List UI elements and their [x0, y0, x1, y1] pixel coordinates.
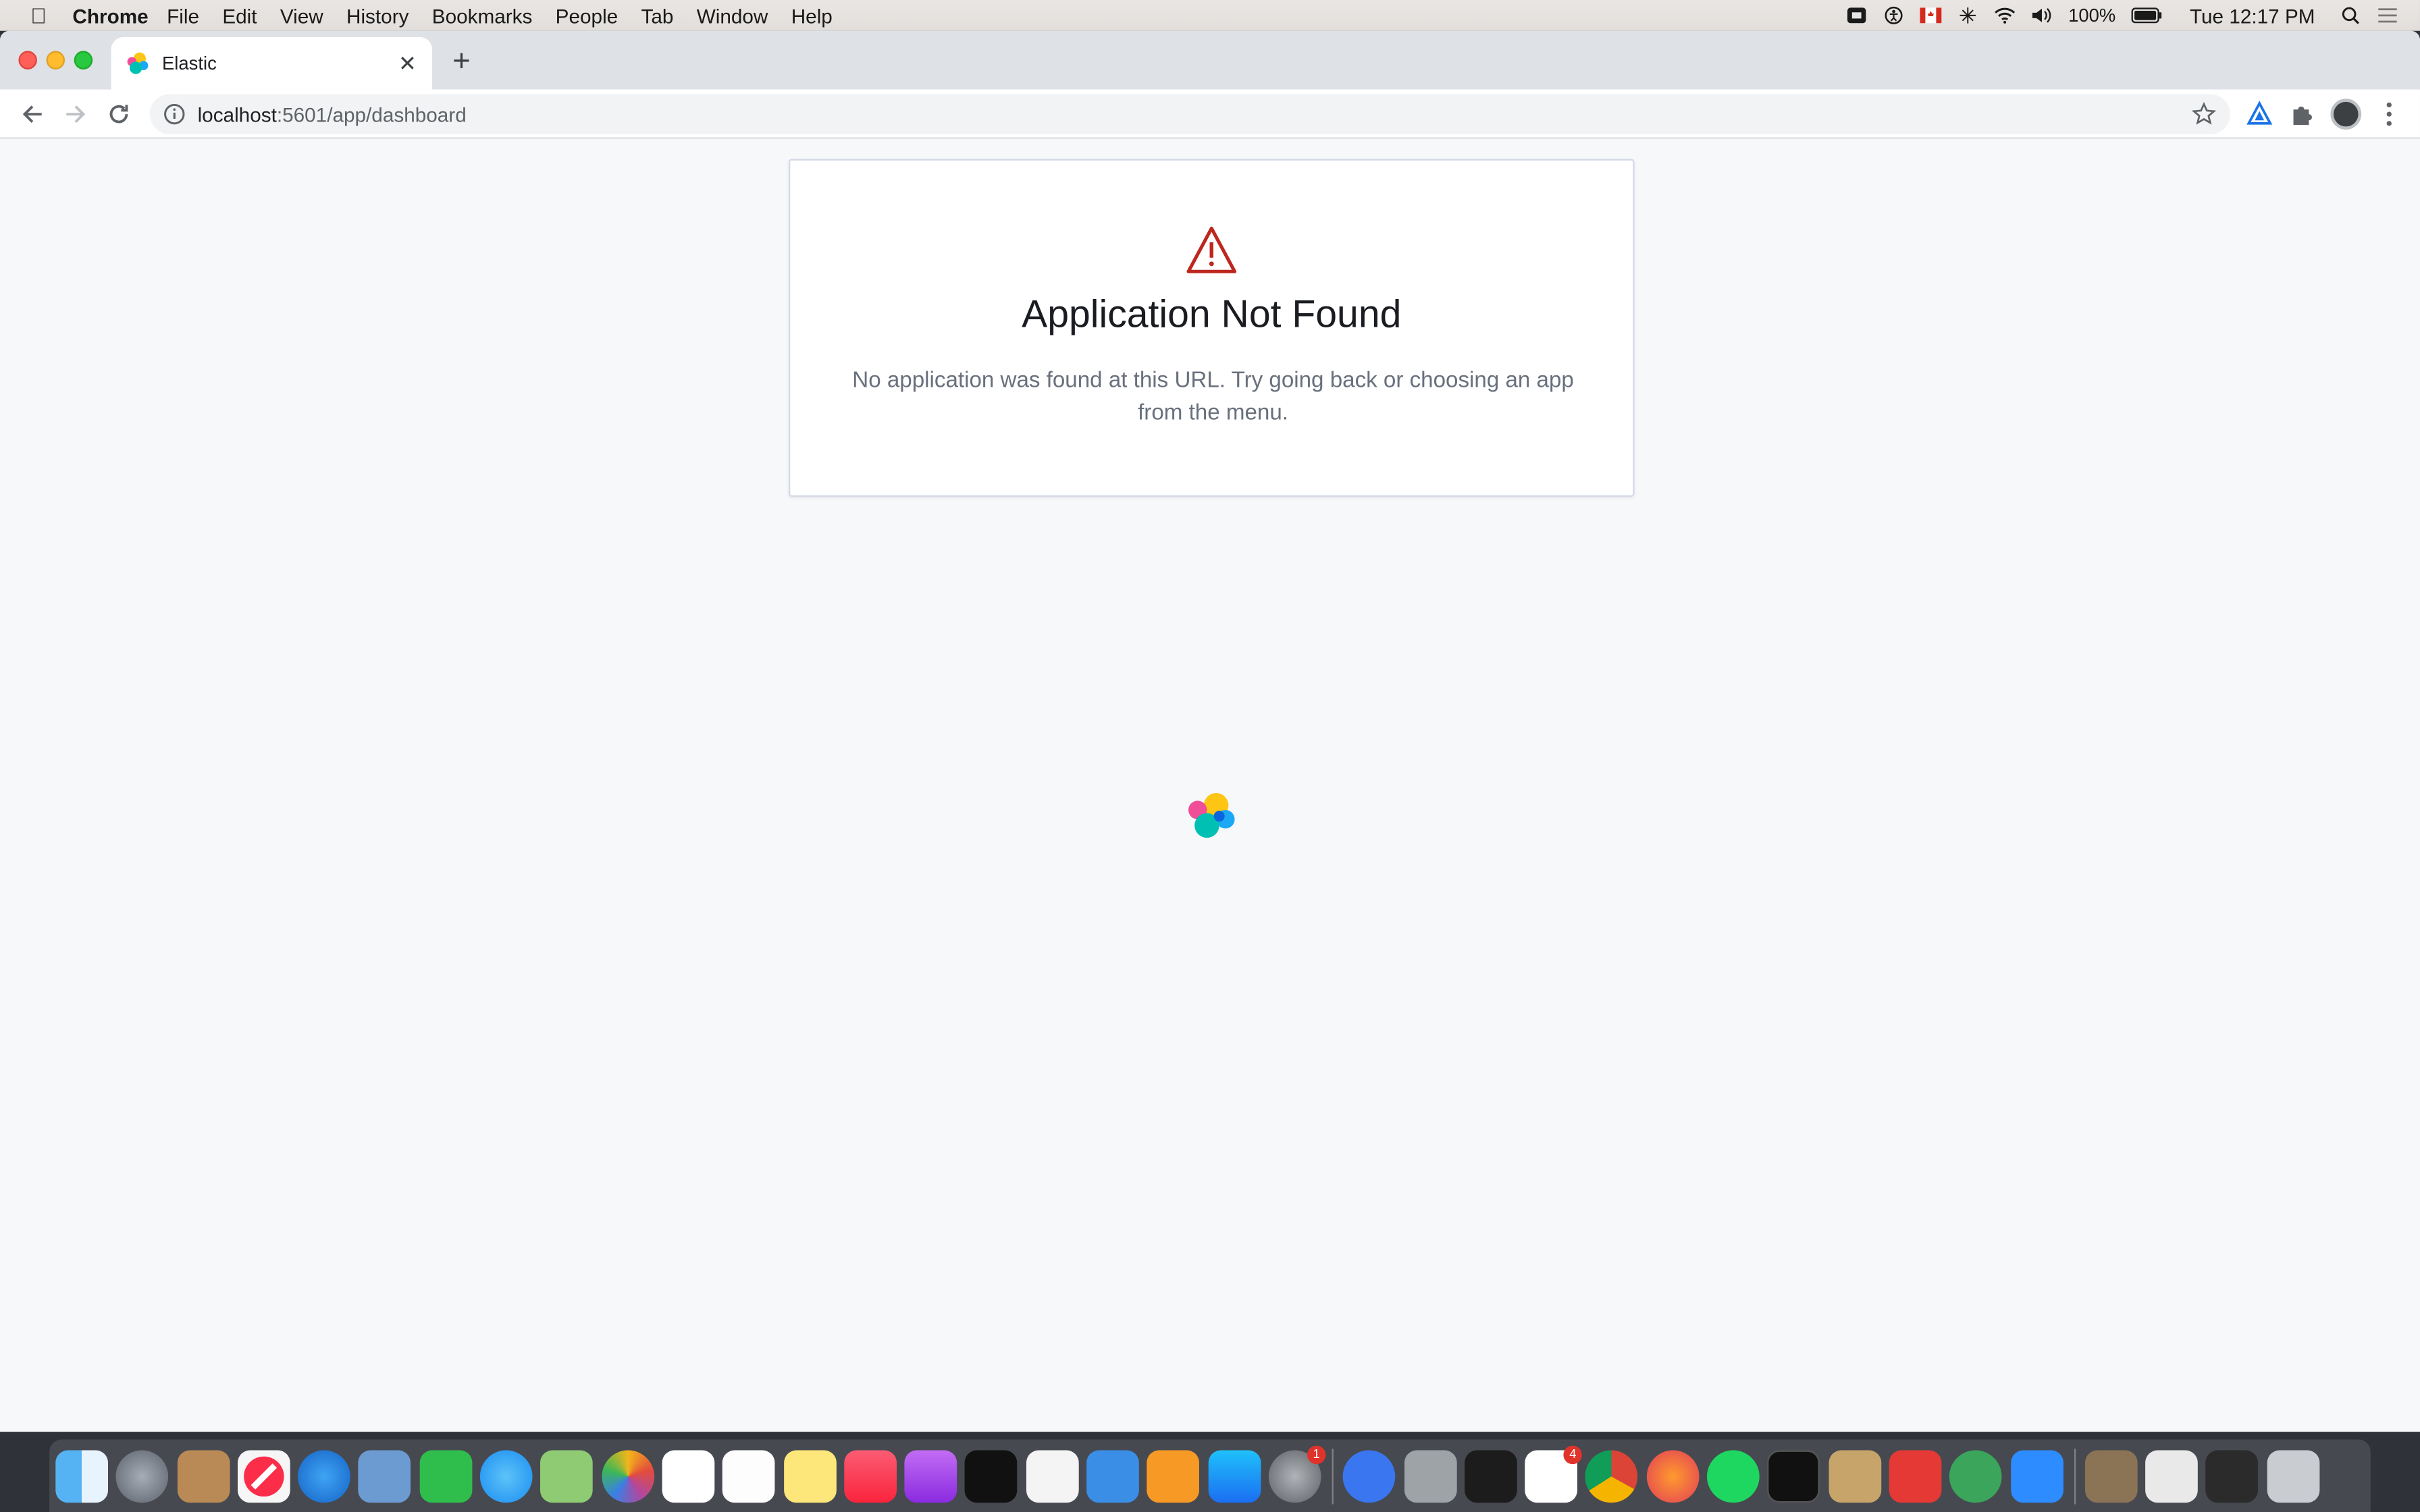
battery-percentage: 100%: [2068, 4, 2116, 26]
bookmark-star-icon[interactable]: [2191, 101, 2217, 127]
activity-monitor-dock-icon[interactable]: [1464, 1449, 1517, 1503]
spotlight-search-icon[interactable]: [2340, 6, 2361, 24]
canada-flag-icon[interactable]: [1920, 6, 1942, 24]
elastic-loading-logo-icon: [1188, 792, 1235, 838]
zoom-window-button[interactable]: [74, 51, 93, 70]
app-store-dock-icon[interactable]: [1207, 1449, 1261, 1503]
facetime-dock-icon[interactable]: [419, 1449, 472, 1503]
menu-window[interactable]: Window: [697, 4, 768, 27]
menu-people[interactable]: People: [556, 4, 619, 27]
url-host: localhost: [197, 102, 277, 126]
url-path: :5601/app/dashboard: [276, 102, 467, 126]
forward-arrow-icon[interactable]: [60, 99, 91, 130]
extension-triangle-icon[interactable]: [2244, 99, 2275, 130]
menu-bookmarks[interactable]: Bookmarks: [432, 4, 533, 27]
zoom-dock-icon[interactable]: [2010, 1449, 2063, 1503]
menu-edit[interactable]: Edit: [222, 4, 257, 27]
apple-menu-icon[interactable]: : [26, 3, 51, 28]
menu-history[interactable]: History: [346, 4, 409, 27]
tab-strip: Elastic ✕ +: [0, 30, 2420, 90]
safari-dock-icon[interactable]: [298, 1449, 351, 1503]
system-preferences-badge: 1: [1307, 1444, 1326, 1463]
browser-toolbar: localhost:5601/app/dashboard: [0, 89, 2420, 139]
back-arrow-icon[interactable]: [17, 99, 48, 130]
close-window-button[interactable]: [18, 51, 37, 70]
control-center-icon[interactable]: [2377, 6, 2398, 24]
pages-dock-icon[interactable]: [1147, 1449, 1200, 1503]
menu-file[interactable]: File: [167, 4, 199, 27]
slack-badge: 4: [1563, 1444, 1583, 1463]
error-card: Application Not Found No application was…: [788, 159, 1635, 497]
podcasts-dock-icon[interactable]: [904, 1449, 957, 1503]
apple-tv-dock-icon[interactable]: [965, 1449, 1018, 1503]
extensions-puzzle-icon[interactable]: [2287, 99, 2318, 130]
browser-tab-elastic[interactable]: Elastic ✕: [111, 36, 432, 90]
finder-dock-icon[interactable]: [55, 1449, 108, 1503]
numbers-dock-icon[interactable]: [1026, 1449, 1079, 1503]
photos-dock-icon[interactable]: [601, 1449, 654, 1503]
paintbrush-dock-icon[interactable]: [1828, 1449, 1881, 1503]
downloads-stack-dock-icon[interactable]: [2084, 1449, 2138, 1503]
chrome-dock-icon[interactable]: [1585, 1449, 1639, 1503]
mail-dock-icon[interactable]: [359, 1449, 412, 1503]
contacts-dock-icon[interactable]: [176, 1449, 230, 1503]
warning-icon: [1186, 226, 1237, 273]
keynote-dock-icon[interactable]: [1086, 1449, 1139, 1503]
signal-dock-icon[interactable]: [1343, 1449, 1396, 1503]
atom-dock-icon[interactable]: [1949, 1449, 2003, 1503]
site-info-icon[interactable]: [163, 103, 185, 125]
dock-separator: [1332, 1448, 1334, 1504]
browser-window: Elastic ✕ + localhost:5601/app/dashboard: [0, 30, 2420, 1432]
notes-dock-icon[interactable]: [783, 1449, 836, 1503]
error-message: No application was found at this URL. Tr…: [852, 369, 1574, 426]
tab-title: Elastic: [161, 52, 217, 74]
profile-avatar[interactable]: [2330, 99, 2362, 130]
slack-dock-icon[interactable]: 4: [1525, 1444, 1583, 1503]
macos-dock: 1 4: [49, 1439, 2371, 1512]
menu-tab[interactable]: Tab: [641, 4, 673, 27]
battery-icon[interactable]: [2131, 6, 2162, 24]
address-bar[interactable]: localhost:5601/app/dashboard: [149, 94, 2230, 134]
minimize-window-button[interactable]: [46, 51, 65, 70]
news-dock-icon[interactable]: [237, 1449, 290, 1503]
trash-dock-icon[interactable]: [2266, 1449, 2319, 1503]
screenshot-stack-dock-icon[interactable]: [2206, 1449, 2259, 1503]
reminders-dock-icon[interactable]: [722, 1449, 776, 1503]
elastic-favicon-icon: [127, 52, 149, 74]
maps-dock-icon[interactable]: [540, 1449, 594, 1503]
camera-status-icon[interactable]: [1846, 6, 1868, 24]
error-title: Application Not Found: [1022, 293, 1402, 337]
volume-icon[interactable]: [2031, 6, 2053, 24]
accessibility-icon[interactable]: [1883, 6, 1905, 24]
network-icon[interactable]: [1957, 6, 1979, 24]
dock-separator-2: [2074, 1448, 2076, 1504]
close-tab-icon[interactable]: ✕: [395, 51, 420, 76]
launchpad-dock-icon[interactable]: [116, 1449, 169, 1503]
menubar-clock[interactable]: Tue 12:17 PM: [2190, 4, 2315, 27]
music-dock-icon[interactable]: [843, 1449, 897, 1503]
menu-view[interactable]: View: [280, 4, 323, 27]
keychain-dock-icon[interactable]: [1403, 1449, 1456, 1503]
terminal-dock-icon[interactable]: [1767, 1449, 1820, 1503]
new-tab-button[interactable]: +: [446, 47, 477, 78]
document-stack-dock-icon[interactable]: [2145, 1449, 2199, 1503]
chrome-menu-icon[interactable]: [2373, 99, 2404, 130]
wifi-icon[interactable]: [1994, 6, 2016, 24]
system-preferences-dock-icon[interactable]: 1: [1268, 1444, 1326, 1503]
url-text[interactable]: localhost:5601/app/dashboard: [198, 103, 467, 126]
messages-dock-icon[interactable]: [480, 1449, 533, 1503]
macos-menu-bar:  Chrome File Edit View History Bookmark…: [0, 0, 2420, 31]
app-menu-chrome[interactable]: Chrome: [72, 4, 148, 27]
menu-help[interactable]: Help: [791, 4, 833, 27]
page-content: Application Not Found No application was…: [0, 138, 2420, 1432]
firefox-dock-icon[interactable]: [1646, 1449, 1699, 1503]
calendar-dock-icon[interactable]: [662, 1449, 715, 1503]
spotify-dock-icon[interactable]: [1707, 1449, 1760, 1503]
reload-icon[interactable]: [103, 99, 134, 130]
pdf-app-dock-icon[interactable]: [1889, 1449, 1942, 1503]
